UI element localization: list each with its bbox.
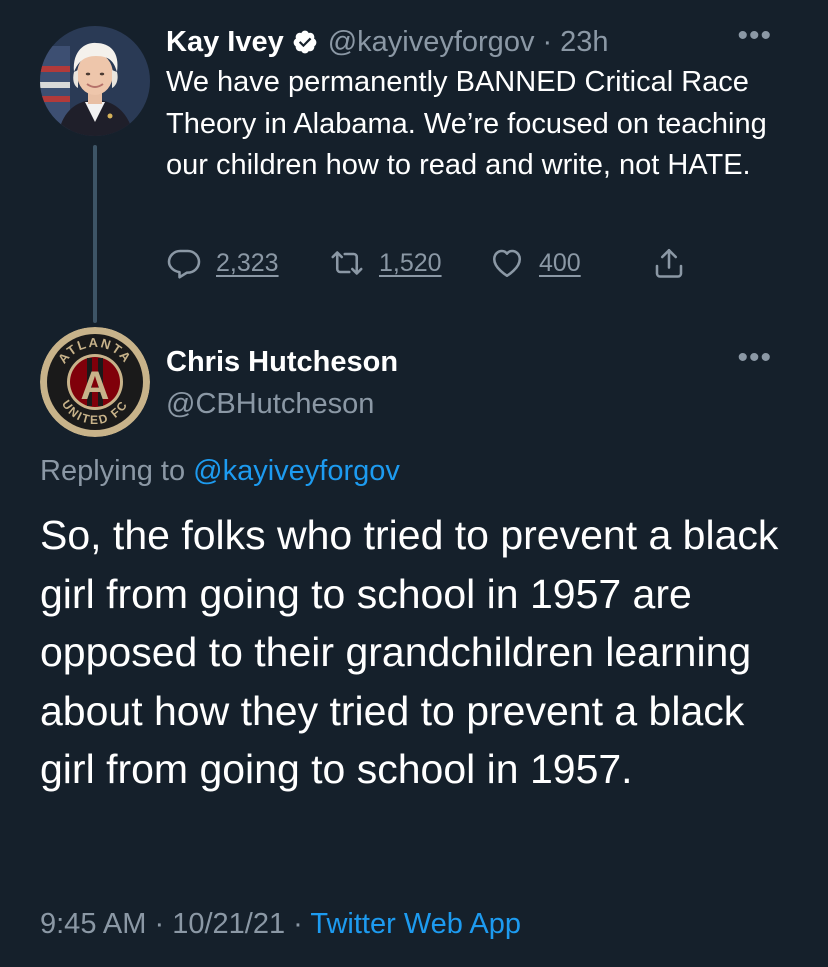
replying-to-line: Replying to @kayiveyforgov xyxy=(40,455,400,488)
reply-button[interactable]: 2,323 xyxy=(166,245,329,281)
parent-tweet-actions: 2,323 1,520 400 xyxy=(166,243,687,283)
like-button[interactable]: 400 xyxy=(489,245,651,281)
tweet-source-link[interactable]: Twitter Web App xyxy=(310,908,521,940)
svg-text:A: A xyxy=(81,364,110,408)
author-handle[interactable]: @kayiveyforgov xyxy=(328,26,535,59)
reply-count: 2,323 xyxy=(216,248,279,277)
parent-more-options-icon[interactable]: ••• xyxy=(737,21,772,51)
replying-to-mention-link[interactable]: @kayiveyforgov xyxy=(193,455,400,487)
retweet-icon xyxy=(331,251,363,275)
header-separator: · xyxy=(542,25,553,58)
replying-prefix: Replying to xyxy=(40,455,186,487)
share-icon xyxy=(655,248,683,278)
verified-badge-icon xyxy=(293,30,317,54)
tweet-timestamp-link[interactable]: 9:45 AM xyxy=(40,908,146,940)
parent-tweet-text: We have permanently BANNED Critical Race… xyxy=(166,66,767,181)
kay-ivey-avatar[interactable] xyxy=(40,26,150,136)
like-count: 400 xyxy=(539,248,581,277)
thread-connector-line xyxy=(93,145,97,323)
tweet-time[interactable]: 23h xyxy=(560,26,608,59)
reply-author-handle[interactable]: @CBHutcheson xyxy=(166,388,374,421)
tweet-thread-view: Kay Ivey @kayiveyforgov · 23h ••• We hav… xyxy=(0,0,828,967)
share-button[interactable] xyxy=(651,245,687,281)
chris-hutcheson-avatar[interactable]: ATLANTA UNITED FC A xyxy=(40,327,150,437)
meta-separator-1: · xyxy=(154,908,165,940)
like-icon xyxy=(492,249,522,278)
retweet-button[interactable]: 1,520 xyxy=(329,245,489,281)
parent-tweet-header: Kay Ivey @kayiveyforgov · 23h xyxy=(166,22,609,62)
reply-author-display-name[interactable]: Chris Hutcheson xyxy=(166,346,398,379)
author-display-name[interactable]: Kay Ivey xyxy=(166,26,284,59)
retweet-count: 1,520 xyxy=(379,248,442,277)
profile-photo-image xyxy=(40,26,150,136)
reply-tweet-metadata: 9:45 AM · 10/21/21 · Twitter Web App xyxy=(40,908,521,941)
meta-separator-2: · xyxy=(293,908,303,940)
reply-icon xyxy=(167,249,201,279)
atlanta-united-logo-image: ATLANTA UNITED FC A xyxy=(40,327,150,437)
tweet-date-link[interactable]: 10/21/21 xyxy=(172,908,285,940)
reply-more-options-icon[interactable]: ••• xyxy=(737,343,772,373)
reply-tweet-text: So, the folks who tried to prevent a bla… xyxy=(40,512,779,792)
